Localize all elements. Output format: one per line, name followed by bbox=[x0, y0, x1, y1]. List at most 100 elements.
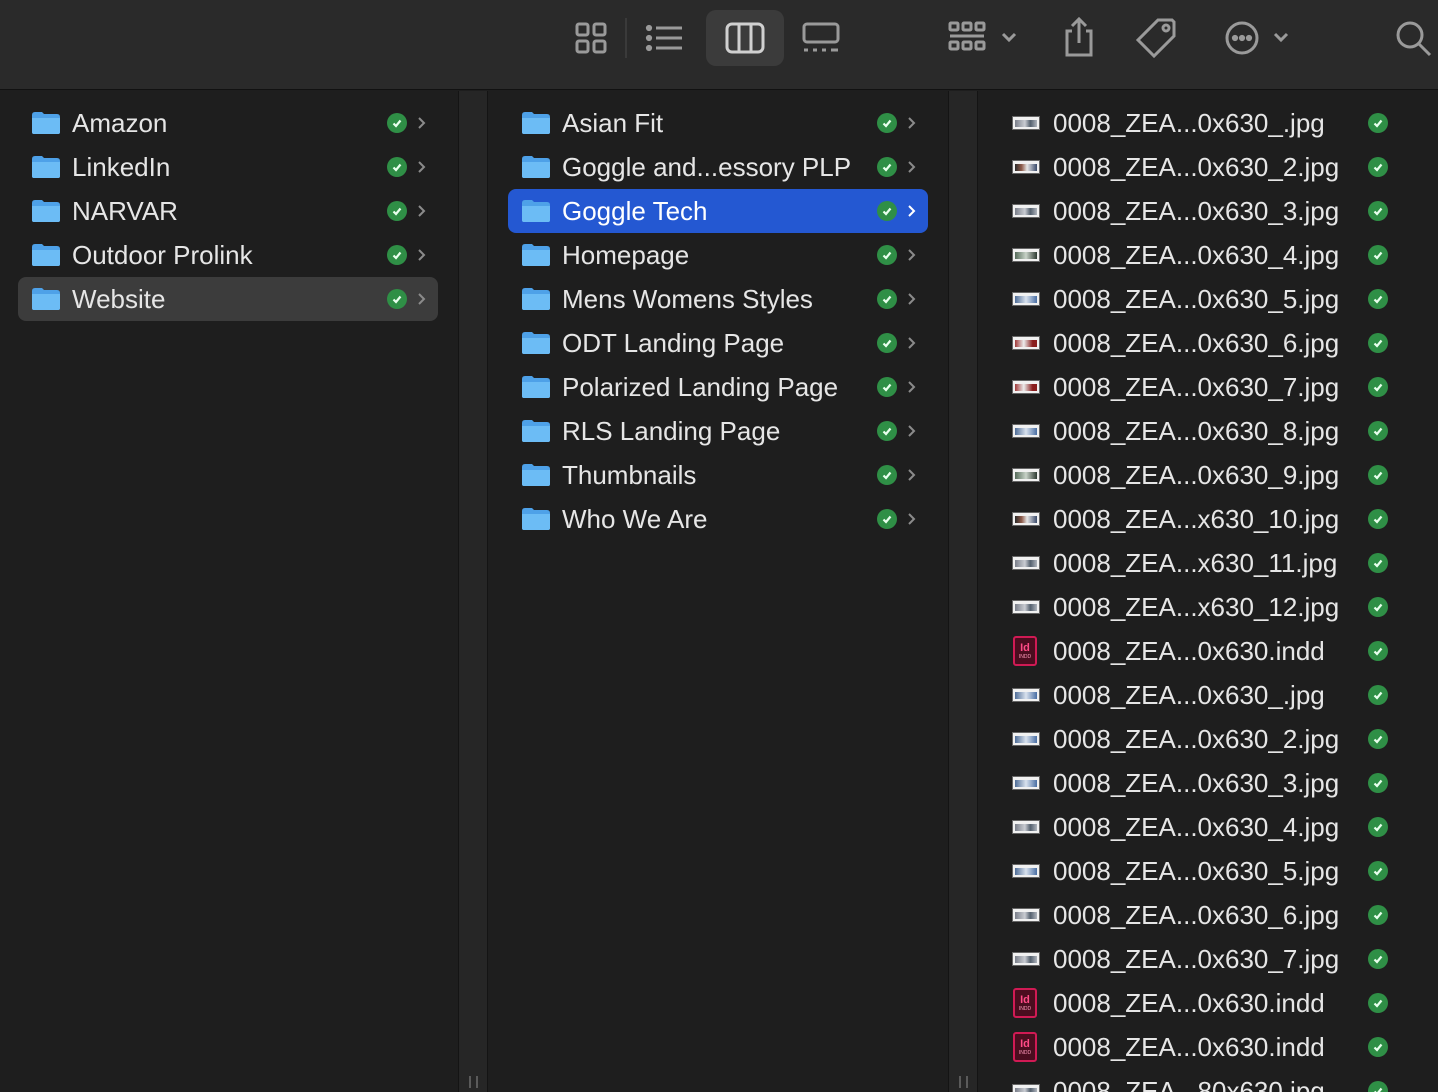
column-1[interactable]: Amazon LinkedIn NARVAR Outdoor Prolink W… bbox=[0, 91, 458, 1092]
file-row[interactable]: 0008_ZEA...0x630_7.jpg bbox=[998, 937, 1418, 981]
indesign-file-icon: Id INDD bbox=[1013, 988, 1037, 1018]
folder-icon bbox=[522, 376, 550, 398]
folder-label: Amazon bbox=[72, 107, 168, 138]
chevron-right-icon bbox=[416, 292, 426, 306]
file-row[interactable]: 0008_ZEA...x630_10.jpg bbox=[998, 497, 1418, 541]
synced-check-icon bbox=[1368, 905, 1388, 925]
synced-check-icon bbox=[877, 333, 897, 353]
image-thumbnail-icon bbox=[1012, 556, 1040, 570]
synced-check-icon bbox=[1368, 289, 1388, 309]
chevron-right-icon bbox=[416, 116, 426, 130]
folder-row-narvar[interactable]: NARVAR bbox=[18, 189, 438, 233]
file-row[interactable]: 0008_ZEA...0x630_6.jpg bbox=[998, 893, 1418, 937]
indesign-file-icon: Id INDD bbox=[1013, 1032, 1037, 1062]
folder-icon bbox=[522, 112, 550, 134]
folder-label: Website bbox=[72, 283, 166, 314]
folder-row[interactable]: Goggle and...essory PLP bbox=[508, 145, 928, 189]
synced-check-icon bbox=[1368, 245, 1388, 265]
folder-row[interactable]: Mens Womens Styles bbox=[508, 277, 928, 321]
file-row[interactable]: 0008_ZEA...x630_11.jpg bbox=[998, 541, 1418, 585]
file-row[interactable]: 0008_ZEA...0x630_6.jpg bbox=[998, 321, 1418, 365]
file-row[interactable]: 0008_ZEA...x630_12.jpg bbox=[998, 585, 1418, 629]
file-label: 0008_ZEA...0x630_5.jpg bbox=[1053, 283, 1340, 314]
file-row[interactable]: 0008_ZEA...0x630_3.jpg bbox=[998, 761, 1418, 805]
list-icon bbox=[645, 24, 682, 52]
file-row[interactable]: 0008_ZEA...80x630.jpg bbox=[998, 1069, 1418, 1092]
synced-check-icon bbox=[387, 157, 407, 177]
folder-row[interactable]: Goggle Tech bbox=[508, 189, 928, 233]
image-thumbnail-icon bbox=[1012, 1084, 1040, 1092]
file-row[interactable]: 0008_ZEA...0x630_7.jpg bbox=[998, 365, 1418, 409]
synced-check-icon bbox=[877, 377, 897, 397]
file-row[interactable]: Id INDD 0008_ZEA...0x630.indd bbox=[998, 629, 1418, 673]
folder-icon bbox=[522, 288, 550, 310]
folder-row[interactable]: Homepage bbox=[508, 233, 928, 277]
folder-label: NARVAR bbox=[72, 195, 178, 226]
synced-check-icon bbox=[877, 157, 897, 177]
icon-view-button[interactable] bbox=[566, 14, 616, 62]
file-label: 0008_ZEA...x630_12.jpg bbox=[1053, 591, 1340, 622]
folder-row[interactable]: Thumbnails bbox=[508, 453, 928, 497]
file-row[interactable]: Id INDD 0008_ZEA...0x630.indd bbox=[998, 981, 1418, 1025]
folder-icon bbox=[522, 156, 550, 178]
folder-row[interactable]: Polarized Landing Page bbox=[508, 365, 928, 409]
file-label: 0008_ZEA...0x630_9.jpg bbox=[1053, 459, 1340, 490]
file-row[interactable]: 0008_ZEA...0x630_5.jpg bbox=[998, 277, 1418, 321]
file-row[interactable]: 0008_ZEA...0x630_2.jpg bbox=[998, 717, 1418, 761]
image-thumbnail-icon bbox=[1012, 424, 1040, 438]
more-actions-button[interactable] bbox=[1218, 14, 1298, 62]
folder-row[interactable]: ODT Landing Page bbox=[508, 321, 928, 365]
resize-grip-icon[interactable] bbox=[959, 1076, 968, 1088]
column-2[interactable]: Asian Fit Goggle and...essory PLP Goggle T… bbox=[488, 91, 948, 1092]
column-3[interactable]: 0008_ZEA...0x630_.jpg 0008_ZEA...0x630_2.… bbox=[978, 91, 1438, 1092]
chevron-right-icon bbox=[906, 512, 916, 526]
folder-icon bbox=[32, 244, 60, 266]
file-row[interactable]: 0008_ZEA...0x630_2.jpg bbox=[998, 145, 1418, 189]
image-thumbnail-icon bbox=[1012, 512, 1040, 526]
synced-check-icon bbox=[877, 245, 897, 265]
chevron-right-icon bbox=[906, 424, 916, 438]
synced-check-icon bbox=[387, 289, 407, 309]
folder-label: Outdoor Prolink bbox=[72, 239, 253, 270]
file-row[interactable]: Id INDD 0008_ZEA...0x630.indd bbox=[998, 1025, 1418, 1069]
file-row[interactable]: 0008_ZEA...0x630_4.jpg bbox=[998, 805, 1418, 849]
folder-row-website[interactable]: Website bbox=[18, 277, 438, 321]
search-button[interactable] bbox=[1390, 14, 1436, 62]
file-row[interactable]: 0008_ZEA...0x630_8.jpg bbox=[998, 409, 1418, 453]
chevron-right-icon bbox=[416, 248, 426, 262]
folder-label: RLS Landing Page bbox=[562, 415, 781, 446]
synced-check-icon bbox=[1368, 729, 1388, 749]
file-label: 0008_ZEA...0x630_6.jpg bbox=[1053, 327, 1340, 358]
image-thumbnail-icon bbox=[1012, 160, 1040, 174]
folder-icon bbox=[522, 508, 550, 530]
share-button[interactable] bbox=[1056, 10, 1102, 64]
folder-icon bbox=[522, 420, 550, 442]
file-row[interactable]: 0008_ZEA...0x630_.jpg bbox=[998, 673, 1418, 717]
column-divider[interactable] bbox=[458, 91, 488, 1092]
image-thumbnail-icon bbox=[1012, 776, 1040, 790]
image-thumbnail-icon bbox=[1012, 336, 1040, 350]
folder-row[interactable]: RLS Landing Page bbox=[508, 409, 928, 453]
toolbar-separator bbox=[625, 18, 627, 58]
column-view-button[interactable] bbox=[706, 10, 784, 66]
list-view-button[interactable] bbox=[638, 14, 692, 62]
file-row[interactable]: 0008_ZEA...0x630_3.jpg bbox=[998, 189, 1418, 233]
file-row[interactable]: 0008_ZEA...0x630_.jpg bbox=[998, 101, 1418, 145]
gallery-view-button[interactable] bbox=[796, 14, 846, 62]
group-button[interactable] bbox=[944, 14, 1024, 62]
file-row[interactable]: 0008_ZEA...0x630_4.jpg bbox=[998, 233, 1418, 277]
tag-button[interactable] bbox=[1134, 12, 1180, 62]
file-row[interactable]: 0008_ZEA...0x630_9.jpg bbox=[998, 453, 1418, 497]
file-row[interactable]: 0008_ZEA...0x630_5.jpg bbox=[998, 849, 1418, 893]
column-divider[interactable] bbox=[948, 91, 978, 1092]
synced-check-icon bbox=[877, 289, 897, 309]
folder-row-linkedin[interactable]: LinkedIn bbox=[18, 145, 438, 189]
resize-grip-icon[interactable] bbox=[469, 1076, 478, 1088]
synced-check-icon bbox=[387, 201, 407, 221]
folder-row[interactable]: Asian Fit bbox=[508, 101, 928, 145]
synced-check-icon bbox=[1368, 597, 1388, 617]
folder-row[interactable]: Who We Are bbox=[508, 497, 928, 541]
folder-row-outdoor-prolink[interactable]: Outdoor Prolink bbox=[18, 233, 438, 277]
folder-row-amazon[interactable]: Amazon bbox=[18, 101, 438, 145]
file-label: 0008_ZEA...0x630_3.jpg bbox=[1053, 195, 1340, 226]
